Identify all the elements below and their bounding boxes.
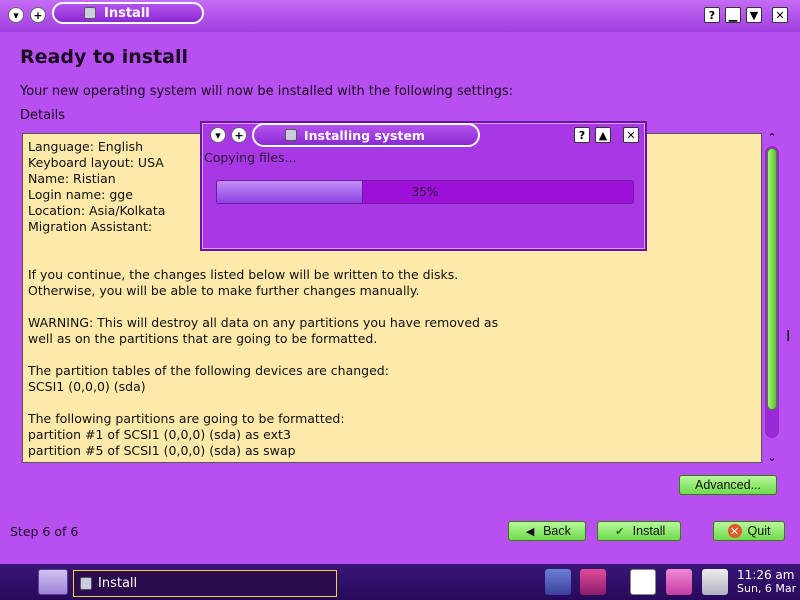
taskbar-item-label: Install (98, 576, 138, 591)
power-icon[interactable] (702, 569, 728, 595)
install-button[interactable]: ✔ Install (597, 521, 681, 541)
advanced-button[interactable]: Advanced... (679, 475, 777, 495)
clock-date: Sun, 6 Mar (737, 582, 797, 595)
taskbar-item-install[interactable]: Install (73, 570, 337, 597)
help-icon[interactable]: ? (704, 7, 720, 23)
clock[interactable]: 11:26 am Sun, 6 Mar (737, 568, 799, 596)
close-icon[interactable]: ✕ (772, 7, 788, 23)
window-title-text: Install (104, 5, 150, 21)
dialog-title: Installing system (252, 123, 480, 147)
page-subtitle: Your new operating system will now be in… (20, 84, 514, 99)
checkmark-icon: ✔ (615, 525, 625, 538)
step-indicator: Step 6 of 6 (10, 524, 79, 539)
home-folder-icon[interactable] (38, 569, 68, 595)
window-title: Install (52, 2, 204, 24)
updates-icon[interactable] (666, 569, 692, 595)
dialog-app-icon (285, 129, 297, 141)
back-button[interactable]: ◀ Back (508, 521, 586, 541)
window-menu-icon[interactable]: ▾ (8, 7, 24, 23)
clock-time: 11:26 am (737, 568, 795, 582)
window-sticky-icon[interactable]: + (30, 7, 46, 23)
dialog-help-icon[interactable]: ? (574, 127, 590, 143)
window-titlebar: ▾ + Install ? ▁ ▼ ✕ (0, 0, 800, 32)
taskbar: Install 11:26 am Sun, 6 Mar (0, 564, 800, 600)
shade-icon[interactable]: ▼ (746, 7, 762, 23)
dialog-shade-icon[interactable]: ▲ (595, 127, 611, 143)
back-arrow-icon: ◀ (525, 525, 535, 538)
progress-dialog: ▾ + Installing system ? ▲ ✕ Copying file… (200, 121, 647, 251)
minimize-icon[interactable]: ▁ (725, 7, 741, 23)
scrollbar-thumb[interactable] (767, 148, 777, 410)
dialog-sticky-icon[interactable]: + (231, 127, 247, 143)
text-cursor-icon: I (786, 327, 791, 345)
scroll-up-icon[interactable]: ⌃ (765, 131, 779, 145)
start-menu-icon[interactable] (2, 570, 32, 594)
back-button-label: Back (543, 524, 571, 538)
volume-icon[interactable] (580, 569, 606, 595)
details-scrollbar[interactable] (765, 146, 779, 438)
cancel-icon: ✕ (727, 524, 742, 538)
dialog-close-icon[interactable]: ✕ (623, 127, 639, 143)
dialog-menu-icon[interactable]: ▾ (210, 127, 226, 143)
scroll-down-icon[interactable]: ⌄ (765, 451, 779, 465)
clipboard-icon[interactable] (630, 569, 656, 595)
advanced-button-label: Advanced... (694, 478, 761, 492)
quit-button-label: Quit (747, 524, 771, 538)
dialog-title-text: Installing system (304, 127, 425, 143)
progress-bar: 35% (216, 180, 634, 204)
dialog-titlebar: ▾ + Installing system ? ▲ ✕ (202, 123, 645, 149)
install-button-label: Install (632, 524, 666, 538)
details-label: Details (20, 108, 66, 123)
progress-status: Copying files... (204, 150, 297, 165)
network-icon[interactable] (545, 569, 571, 595)
taskbar-app-icon (80, 577, 92, 590)
page-title: Ready to install (20, 46, 188, 68)
quit-button[interactable]: ✕ Quit (713, 521, 785, 541)
installer-app-icon (84, 7, 96, 19)
progress-percent: 35% (411, 185, 439, 199)
